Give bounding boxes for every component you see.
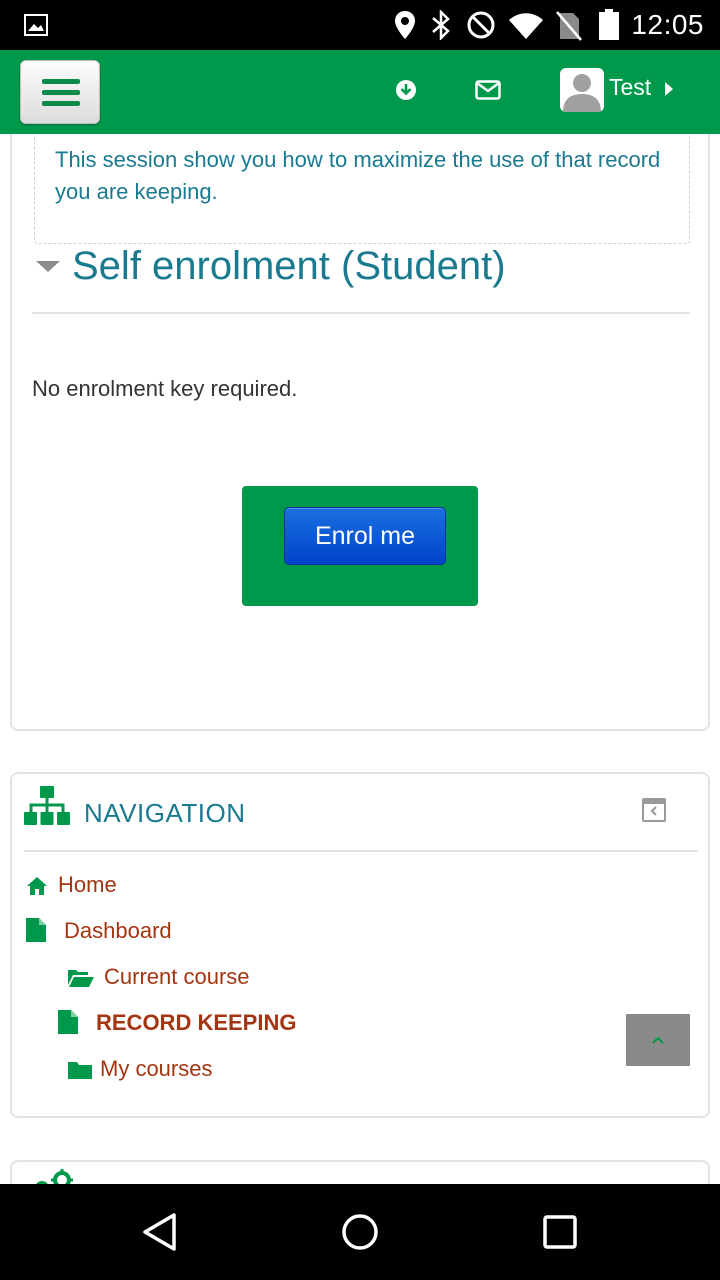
battery-icon <box>599 9 619 40</box>
section-title[interactable]: Self enrolment (Student) <box>72 244 506 289</box>
download-icon[interactable] <box>394 78 418 102</box>
folder-open-icon <box>68 970 94 987</box>
enrol-form: Enrol me <box>242 486 478 606</box>
navigation-title: NAVIGATION <box>84 798 246 828</box>
chevron-up-icon <box>652 1036 664 1044</box>
avatar <box>560 68 604 112</box>
nav-item-label[interactable]: My courses <box>100 1056 212 1082</box>
bluetooth-icon <box>432 10 450 40</box>
nav-item-label[interactable]: Dashboard <box>64 918 172 944</box>
enrol-me-button[interactable]: Enrol me <box>284 507 446 565</box>
user-name: Test <box>609 74 652 100</box>
image-icon <box>24 14 48 36</box>
enrolment-note: No enrolment key required. <box>32 376 298 401</box>
nav-item-label[interactable]: Home <box>58 872 117 898</box>
folder-icon <box>68 1062 92 1079</box>
hamburger-menu-button[interactable] <box>20 60 100 124</box>
navigation-block: NAVIGATION Home Dashboard Current course… <box>10 772 710 1118</box>
course-summary: This session show you how to maximize th… <box>55 147 661 204</box>
home-icon <box>27 877 47 895</box>
wifi-icon <box>509 13 543 39</box>
file-icon <box>26 918 46 942</box>
gears-icon <box>36 1169 73 1184</box>
home-circle-icon[interactable] <box>341 1213 379 1251</box>
settings-block <box>10 1160 710 1184</box>
main-content: This session show you how to maximize th… <box>0 134 720 1184</box>
nav-item-label[interactable]: Current course <box>104 964 250 990</box>
mail-icon[interactable] <box>475 80 501 100</box>
caret-down-icon[interactable] <box>36 261 60 272</box>
do-not-disturb-icon <box>467 11 495 39</box>
nav-item-label[interactable]: RECORD KEEPING <box>96 1010 296 1036</box>
back-to-top-button[interactable] <box>626 1014 690 1066</box>
caret-right-icon <box>665 82 673 96</box>
location-icon <box>395 11 415 39</box>
divider <box>32 312 690 314</box>
status-time: 12:05 <box>631 9 704 40</box>
no-sim-icon <box>556 11 582 41</box>
dock-block-icon[interactable] <box>642 798 666 822</box>
app-header: Test <box>0 50 720 134</box>
file-icon <box>58 1010 78 1034</box>
back-icon[interactable] <box>140 1212 180 1252</box>
status-bar: 12:05 <box>0 0 720 50</box>
hamburger-menu-icon <box>42 79 80 84</box>
course-info-card: This session show you how to maximize th… <box>10 134 710 731</box>
course-summary-box: This session show you how to maximize th… <box>34 134 690 244</box>
recents-icon[interactable] <box>543 1215 577 1249</box>
system-navigation-bar <box>0 1184 720 1280</box>
sitemap-icon <box>24 786 70 825</box>
divider <box>24 850 698 852</box>
